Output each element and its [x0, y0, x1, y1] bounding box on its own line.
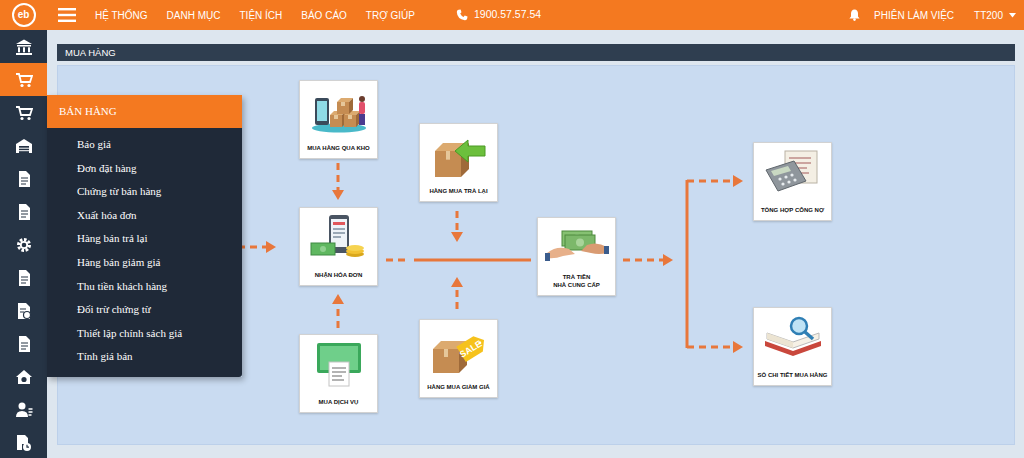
sidebar-item[interactable]	[0, 261, 47, 294]
node-label: HÀNG MUA GIẢM GIÁ	[427, 384, 489, 392]
top-menu-item[interactable]: TIỆN ÍCH	[240, 8, 283, 23]
sidebar-item[interactable]	[0, 426, 47, 458]
process-node[interactable]: TRẢ TIỀNNHÀ CUNG CẤP	[537, 217, 616, 296]
top-menu-item[interactable]: DANH MỤC	[167, 8, 221, 23]
purchase-ledger-icon	[761, 313, 825, 361]
gear-icon	[15, 236, 33, 254]
process-node[interactable]: MUA HÀNG QUA KHO	[299, 80, 378, 159]
cart-icon	[15, 104, 33, 122]
sidebar-item[interactable]	[0, 129, 47, 162]
node-label: TRẢ TIỀNNHÀ CUNG CẤP	[553, 274, 600, 289]
sidebar	[0, 30, 47, 458]
house-coin-icon	[15, 368, 33, 386]
page-title: MUA HÀNG	[57, 44, 1015, 61]
top-menu-item[interactable]: HỆ THỐNG	[95, 8, 148, 23]
invoice-money-icon	[307, 213, 371, 261]
user-menu[interactable]: TT200	[974, 8, 1003, 23]
hotline[interactable]: 1900.57.57.54	[456, 7, 541, 23]
flyout-menu-item[interactable]: Đối trừ chứng từ	[77, 298, 242, 322]
app-window: eb HỆ THỐNG DANH MỤC TIỆN ÍCH BÁO CÁO TRỢ GIÚ…	[0, 0, 1024, 458]
process-node[interactable]: HÀNG MUA TRẢ LẠI	[419, 123, 498, 202]
top-menu-item[interactable]: BÁO CÁO	[301, 8, 347, 23]
process-node[interactable]: TỔNG HỢP CÔNG NỢ	[753, 142, 832, 221]
sidebar-item[interactable]	[0, 195, 47, 228]
node-label-line: MUA HÀNG QUA KHO	[307, 145, 370, 153]
debt-summary-icon	[761, 148, 825, 196]
flyout-menu-item[interactable]: Chứng từ bán hàng	[77, 180, 242, 204]
sidebar-item[interactable]	[0, 162, 47, 195]
flyout-menu-item[interactable]: Thu tiền khách hàng	[77, 275, 242, 299]
flyout-menu-item[interactable]: Thiết lập chính sách giá	[77, 322, 242, 346]
top-bar: eb HỆ THỐNG DANH MỤC TIỆN ÍCH BÁO CÁO TRỢ GIÚ…	[0, 0, 1024, 30]
sidebar-item[interactable]	[0, 360, 47, 393]
flyout-menu-item[interactable]: Tính giá bán	[77, 345, 242, 369]
session-area: PHIÊN LÀM VIỆC TT200	[849, 8, 1024, 23]
node-label-line: MUA DỊCH VỤ	[319, 399, 359, 407]
svg-text:SALE: SALE	[457, 338, 483, 359]
flyout-list: Báo giáĐơn đặt hàngChứng từ bán hàngXuất…	[47, 128, 242, 377]
process-node[interactable]: SỔ CHI TIẾT MUA HÀNG	[753, 307, 832, 386]
user-list-icon	[15, 401, 33, 419]
document-icon	[15, 335, 33, 353]
node-label: HÀNG MUA TRẢ LẠI	[429, 188, 487, 196]
document-icon	[15, 269, 33, 287]
document-icon	[15, 203, 33, 221]
service-receipt-icon	[307, 340, 371, 388]
node-label-line: NHẬN HÓA ĐƠN	[315, 272, 363, 280]
sidebar-item[interactable]	[0, 327, 47, 360]
return-box-icon	[427, 129, 491, 177]
phone-icon	[456, 9, 468, 21]
flyout-menu-item[interactable]: Đơn đặt hàng	[77, 157, 242, 181]
flyout-menu-item[interactable]: Báo giá	[77, 133, 242, 157]
flyout-menu-item[interactable]: Xuất hóa đơn	[77, 204, 242, 228]
node-label: SỔ CHI TIẾT MUA HÀNG	[758, 372, 828, 380]
node-label-line: HÀNG MUA TRẢ LẠI	[429, 188, 487, 196]
node-label: TỔNG HỢP CÔNG NỢ	[761, 207, 824, 215]
bell-icon[interactable]	[849, 9, 860, 21]
process-node[interactable]: MUA DỊCH VỤ	[299, 334, 378, 413]
payment-hands-icon	[545, 223, 609, 271]
logo[interactable]: eb	[12, 3, 36, 27]
warehouse-purchase-icon	[307, 86, 371, 134]
sidebar-item[interactable]	[0, 96, 47, 129]
sidebar-item[interactable]	[0, 30, 47, 63]
flyout-title[interactable]: BÁN HÀNG	[47, 95, 242, 128]
session-menu[interactable]: PHIÊN LÀM VIỆC	[874, 8, 954, 23]
document-icon	[15, 170, 33, 188]
document-clock-icon	[15, 434, 33, 452]
menu-icon[interactable]	[58, 8, 76, 22]
node-label-line: SỔ CHI TIẾT MUA HÀNG	[758, 372, 828, 380]
process-node[interactable]: SALE HÀNG MUA GIẢM GIÁ	[419, 319, 498, 398]
sale-box-icon: SALE	[427, 325, 491, 373]
sidebar-flyout-menu: BÁN HÀNGBáo giáĐơn đặt hàngChứng từ bán …	[47, 95, 242, 377]
sidebar-item[interactable]	[0, 228, 47, 261]
node-label-line: TỔNG HỢP CÔNG NỢ	[761, 207, 824, 215]
node-label-line: NHÀ CUNG CẤP	[553, 282, 600, 290]
node-label: MUA HÀNG QUA KHO	[307, 145, 370, 153]
sidebar-item[interactable]	[0, 294, 47, 327]
sidebar-item[interactable]	[0, 393, 47, 426]
process-node[interactable]: NHẬN HÓA ĐƠN	[299, 207, 378, 286]
cart-icon	[15, 71, 33, 89]
invoice-icon	[15, 302, 33, 320]
hotline-number: 1900.57.57.54	[474, 7, 541, 23]
node-label: NHẬN HÓA ĐƠN	[315, 272, 363, 280]
flyout-menu-item[interactable]: Hàng bán trả lại	[77, 227, 242, 251]
node-label-line: TRẢ TIỀN	[553, 274, 600, 282]
caret-down-icon	[1009, 13, 1016, 18]
logo-area: eb	[0, 0, 47, 30]
top-menu-item[interactable]: TRỢ GIÚP	[366, 8, 415, 23]
bank-icon	[15, 38, 33, 56]
node-label-line: HÀNG MUA GIẢM GIÁ	[427, 384, 489, 392]
sidebar-item[interactable]	[0, 63, 47, 96]
warehouse-icon	[15, 137, 33, 155]
node-label: MUA DỊCH VỤ	[319, 399, 359, 407]
flyout-menu-item[interactable]: Hàng bán giảm giá	[77, 251, 242, 275]
